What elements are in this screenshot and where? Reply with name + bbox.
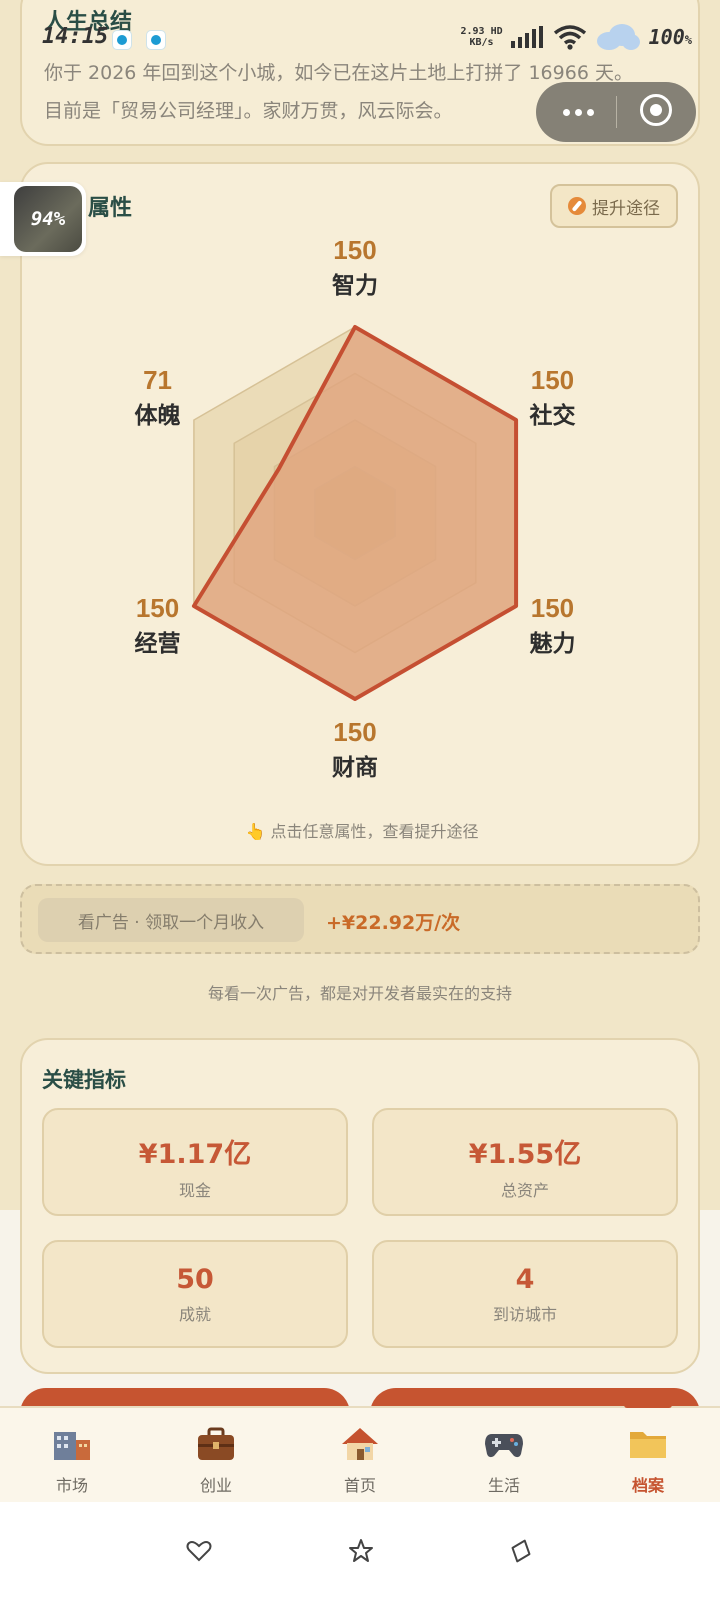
radar-axis-label[interactable]: 智力 — [332, 272, 378, 299]
network-speed: 2.93 HD KB/s — [460, 26, 503, 48]
kpi-value: 50 — [176, 1264, 214, 1295]
radar-value-label: 150 — [531, 365, 574, 395]
radar-axis-label[interactable]: 经营 — [135, 630, 181, 657]
radar-axis-label[interactable]: 社交 — [529, 402, 575, 429]
key-metrics-title: 关键指标 — [42, 1068, 126, 1092]
kpi-value: ¥1.55亿 — [468, 1139, 582, 1170]
radar-axis-label[interactable]: 魅力 — [529, 630, 575, 657]
active-tab-indicator — [624, 1402, 672, 1408]
kpi-label: 总资产 — [500, 1181, 549, 1200]
nav-archive[interactable]: 档案 — [576, 1408, 720, 1504]
house-icon — [342, 1428, 378, 1460]
attribute-radar-chart: 150 智力 150 社交 150 魅力 150 财商 150 经营 71 体魄 — [135, 235, 576, 781]
kpi-label: 成就 — [178, 1305, 211, 1324]
nav-label: 生活 — [487, 1476, 520, 1495]
system-navigation-bar — [0, 1502, 720, 1600]
miniprogram-capsule — [536, 82, 696, 142]
nav-label: 创业 — [199, 1476, 232, 1495]
badge-percent: 94% — [30, 208, 66, 230]
kpi-achievements[interactable]: 50 成就 — [42, 1240, 348, 1348]
market-building-icon — [54, 1432, 90, 1460]
radar-value-label: 150 — [333, 717, 376, 747]
diamond-nav-icon[interactable] — [508, 1538, 534, 1564]
nav-home[interactable]: 首页 — [288, 1408, 432, 1504]
close-miniprogram-button[interactable] — [640, 94, 672, 126]
nav-label: 首页 — [343, 1476, 376, 1495]
briefcase-icon — [198, 1427, 234, 1460]
nav-label: 市场 — [55, 1476, 88, 1495]
nav-label: 档案 — [631, 1476, 664, 1495]
signal-icon — [510, 26, 543, 48]
notification-app-icon — [112, 30, 132, 50]
heart-nav-icon[interactable] — [186, 1538, 212, 1564]
floating-progress-badge[interactable]: 94% — [0, 182, 86, 256]
kpi-label: 到访城市 — [492, 1305, 557, 1324]
attributes-card: 属性 提升途径 150 智力 150 社交 150 魅力 150 财商 150 经营 71 体魄 👆 … — [20, 162, 700, 866]
wifi-icon — [553, 25, 586, 50]
cloud-weather-icon — [596, 24, 640, 50]
watch-ad-button[interactable]: 看广告 · 领取一个月收入 — [38, 898, 304, 942]
folder-icon — [630, 1432, 666, 1458]
key-metrics-card: 关键指标 ¥1.17亿 现金 ¥1.55亿 总资产 50 成就 4 到访城市 — [20, 1038, 700, 1374]
status-indicators: 2.93 HD KB/s 100% — [460, 22, 692, 52]
status-time: 14:15 — [42, 24, 109, 49]
radar-value-label: 150 — [333, 235, 376, 265]
nav-life[interactable]: 生活 — [432, 1408, 576, 1504]
radar-value-label: 150 — [531, 593, 574, 623]
kpi-value: ¥1.17亿 — [138, 1139, 252, 1170]
nav-market[interactable]: 市场 — [0, 1408, 144, 1504]
nav-business[interactable]: 创业 — [144, 1408, 288, 1504]
gamepad-icon — [485, 1434, 523, 1458]
kpi-total-assets[interactable]: ¥1.55亿 总资产 — [372, 1108, 678, 1216]
summary-line-2: 目前是「贸易公司经理」。家财万贯，风云际会。 — [44, 100, 453, 122]
ad-reward-bar: 看广告 · 领取一个月收入 +¥22.92万/次 — [20, 884, 700, 954]
more-options-button[interactable] — [558, 100, 598, 124]
star-nav-icon[interactable] — [348, 1538, 374, 1564]
kpi-cash[interactable]: ¥1.17亿 现金 — [42, 1108, 348, 1216]
ad-reward-amount: +¥22.92万/次 — [326, 912, 461, 934]
badge-thumbnail: 94% — [14, 186, 82, 252]
radar-value-label: 71 — [143, 365, 172, 395]
kpi-value: 4 — [515, 1264, 535, 1295]
radar-axis-label[interactable]: 体魄 — [135, 402, 181, 429]
summary-line-1: 你于 2026 年回到这个小城，如今已在这片土地上打拼了 16966 天。 — [44, 62, 633, 84]
radar-value-label: 150 — [136, 593, 179, 623]
kpi-label: 现金 — [178, 1181, 211, 1200]
bottom-navigation: 市场 创业 首页 生活 档案 — [0, 1406, 720, 1504]
attribute-tip: 👆 点击任意属性，查看提升途径 — [245, 822, 479, 841]
capsule-divider — [616, 96, 617, 128]
kpi-cities-visited[interactable]: 4 到访城市 — [372, 1240, 678, 1348]
battery-level: 100% — [648, 25, 692, 49]
support-text: 每看一次广告，都是对开发者最实在的支持 — [207, 984, 512, 1003]
radar-axis-label[interactable]: 财商 — [332, 754, 378, 781]
notification-app-icon — [146, 30, 166, 50]
